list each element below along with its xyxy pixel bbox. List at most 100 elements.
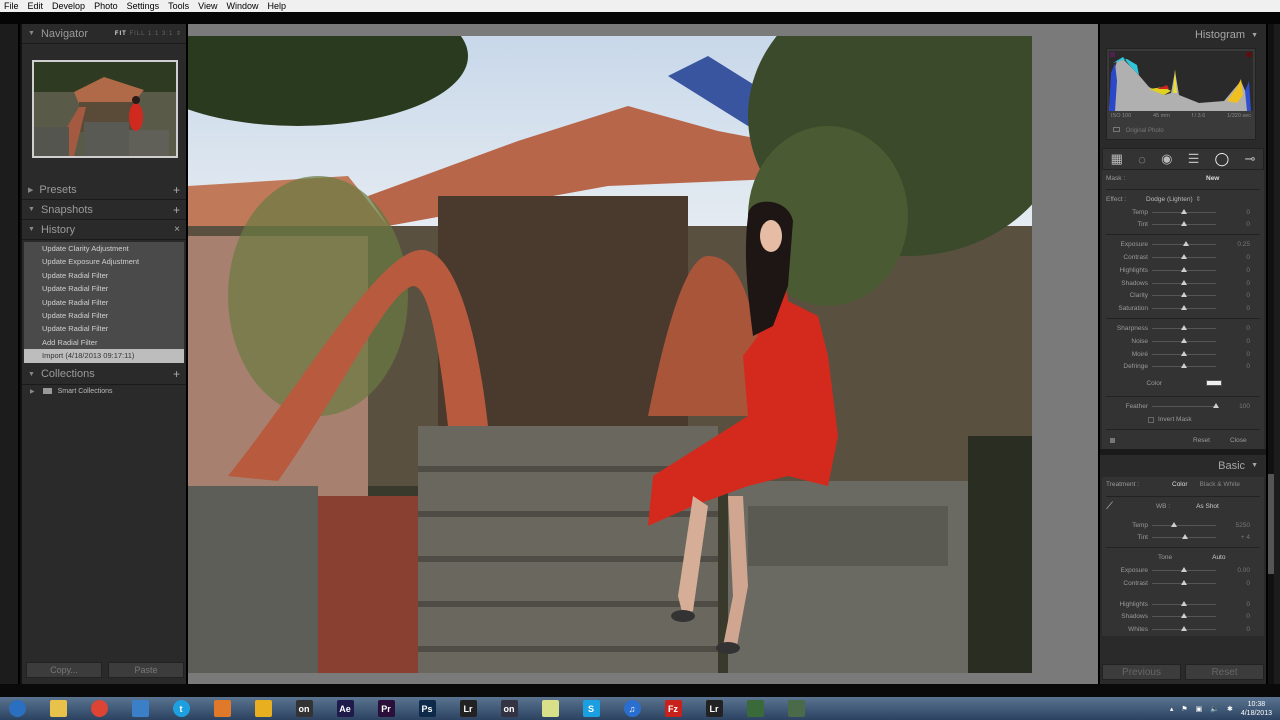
- taskbar-explorer-icon[interactable]: [41, 698, 75, 719]
- slider-value[interactable]: 0: [1216, 601, 1250, 608]
- taskbar-sticky-notes-icon[interactable]: [533, 698, 567, 719]
- menu-tools[interactable]: Tools: [168, 1, 189, 11]
- taskbar-on1-2-icon[interactable]: on: [492, 698, 526, 719]
- slider-knob[interactable]: [1181, 363, 1187, 369]
- wb-eyedropper-icon[interactable]: ⟋: [1106, 501, 1126, 512]
- taskbar-photoshop-icon[interactable]: Ps: [410, 698, 444, 719]
- add-collection-icon[interactable]: +: [173, 367, 180, 381]
- treatment-bw-button[interactable]: Black & White: [1200, 481, 1240, 488]
- taskbar-app-green-red-icon[interactable]: [779, 698, 813, 719]
- slider-value[interactable]: 0: [1216, 613, 1250, 620]
- taskbar-app-yellow-icon[interactable]: [246, 698, 280, 719]
- add-snapshot-icon[interactable]: +: [173, 203, 180, 217]
- slider-knob[interactable]: [1171, 521, 1178, 527]
- slider-value[interactable]: 0: [1216, 325, 1250, 332]
- slider-knob[interactable]: [1181, 279, 1187, 285]
- original-photo-toggle[interactable]: Original Photo: [1113, 127, 1164, 134]
- collections-header[interactable]: ▼ Collections +: [22, 365, 186, 385]
- toggle-switch-icon[interactable]: [1110, 438, 1115, 444]
- slider-knob[interactable]: [1181, 266, 1187, 272]
- taskbar-lightroom-2-icon[interactable]: Lr: [697, 698, 731, 719]
- right-edge-bar[interactable]: [1274, 24, 1280, 684]
- menu-help[interactable]: Help: [268, 1, 287, 11]
- slider-track[interactable]: [1152, 279, 1216, 285]
- taskbar-chrome-icon[interactable]: [82, 698, 116, 719]
- slider-knob[interactable]: [1181, 613, 1187, 619]
- histogram-header[interactable]: Histogram ▼: [1100, 24, 1266, 46]
- menu-edit[interactable]: Edit: [28, 1, 44, 11]
- slider-value[interactable]: 0: [1216, 267, 1250, 274]
- taskbar-start-icon[interactable]: [0, 698, 34, 719]
- history-item[interactable]: Add Radial Filter: [24, 335, 184, 350]
- taskbar-skype-icon[interactable]: S: [574, 698, 608, 719]
- taskbar-after-effects-icon[interactable]: Ae: [328, 698, 362, 719]
- taskbar-twitter-icon[interactable]: [123, 698, 157, 719]
- taskbar-lightroom-icon[interactable]: Lr: [451, 698, 485, 719]
- slider-value[interactable]: 0: [1216, 292, 1250, 299]
- menu-window[interactable]: Window: [227, 1, 259, 11]
- image-canvas[interactable]: [188, 24, 1098, 684]
- adjustment-brush-icon[interactable]: ⊸: [1244, 151, 1255, 167]
- copy-button[interactable]: Copy...: [26, 662, 102, 678]
- taskbar-itunes-icon[interactable]: ♫: [615, 698, 649, 719]
- taskbar-app-green-icon[interactable]: [738, 698, 772, 719]
- slider-track[interactable]: [1152, 521, 1216, 527]
- presets-header[interactable]: ▶ Presets +: [22, 180, 186, 200]
- slider-track[interactable]: [1152, 292, 1216, 298]
- slider-value[interactable]: 0.00: [1216, 567, 1250, 574]
- slider-value[interactable]: 0: [1216, 626, 1250, 633]
- navigator-header[interactable]: ▼ Navigator FIT FILL 1:1 3:1 ⇕: [22, 24, 186, 44]
- slider-knob[interactable]: [1181, 254, 1187, 260]
- navigator-preview[interactable]: [32, 60, 178, 158]
- history-item[interactable]: Update Radial Filter: [24, 308, 184, 323]
- effect-dropdown[interactable]: Dodge (Lighten): [1146, 196, 1193, 203]
- slider-value[interactable]: 0: [1216, 209, 1250, 216]
- flag-icon[interactable]: ⚑: [1181, 705, 1187, 713]
- red-eye-icon[interactable]: ◉: [1161, 151, 1172, 167]
- slider-track[interactable]: [1152, 363, 1216, 369]
- slider-knob[interactable]: [1182, 534, 1189, 540]
- history-header[interactable]: ▼ History ×: [22, 220, 186, 240]
- history-item[interactable]: Update Radial Filter: [24, 268, 184, 283]
- slider-track[interactable]: [1152, 337, 1216, 343]
- slider-value[interactable]: 100: [1216, 403, 1250, 410]
- menu-develop[interactable]: Develop: [52, 1, 85, 11]
- volume-icon[interactable]: 🔈: [1210, 705, 1219, 713]
- slider-value[interactable]: 5250: [1216, 522, 1250, 529]
- slider-track[interactable]: [1152, 305, 1216, 311]
- slider-knob[interactable]: [1181, 579, 1187, 585]
- filter-reset-button[interactable]: Reset: [1193, 437, 1210, 444]
- history-item[interactable]: Update Clarity Adjustment: [24, 242, 184, 256]
- color-swatch[interactable]: [1206, 380, 1222, 387]
- history-item[interactable]: Update Radial Filter: [24, 322, 184, 336]
- slider-knob[interactable]: [1181, 567, 1187, 573]
- history-item[interactable]: Update Radial Filter: [24, 282, 184, 296]
- histogram-display[interactable]: ISO 100 45 mm f / 3.6 1/320 sec Original…: [1106, 48, 1256, 140]
- graduated-filter-icon[interactable]: ☰: [1188, 151, 1200, 167]
- slider-track[interactable]: [1152, 579, 1216, 585]
- paste-button[interactable]: Paste: [108, 662, 184, 678]
- add-preset-icon[interactable]: +: [173, 183, 180, 197]
- invert-mask-row[interactable]: Invert Mask: [1106, 413, 1260, 426]
- filter-close-button[interactable]: Close: [1230, 437, 1247, 444]
- show-hidden-icon[interactable]: ▴: [1170, 705, 1174, 713]
- slider-track[interactable]: [1152, 613, 1216, 619]
- collection-item[interactable]: ▶ Smart Collections: [22, 385, 186, 398]
- slider-track[interactable]: [1152, 266, 1216, 272]
- slider-track[interactable]: [1152, 567, 1216, 573]
- slider-knob[interactable]: [1213, 403, 1219, 409]
- slider-knob[interactable]: [1181, 337, 1187, 343]
- slider-value[interactable]: 0: [1216, 221, 1250, 228]
- slider-value[interactable]: 0: [1216, 280, 1250, 287]
- slider-value[interactable]: + 4: [1216, 534, 1250, 541]
- mask-new-button[interactable]: New: [1206, 175, 1219, 182]
- slider-track[interactable]: [1152, 350, 1216, 356]
- slider-knob[interactable]: [1181, 305, 1187, 311]
- slider-track[interactable]: [1152, 208, 1216, 214]
- slider-value[interactable]: 0: [1216, 254, 1250, 261]
- reset-button[interactable]: Reset: [1185, 664, 1264, 680]
- crop-overlay-icon[interactable]: ▦: [1111, 151, 1123, 167]
- slider-track[interactable]: [1152, 600, 1216, 606]
- previous-button[interactable]: Previous: [1102, 664, 1181, 680]
- history-item[interactable]: Import (4/18/2013 09:17:11): [24, 349, 184, 363]
